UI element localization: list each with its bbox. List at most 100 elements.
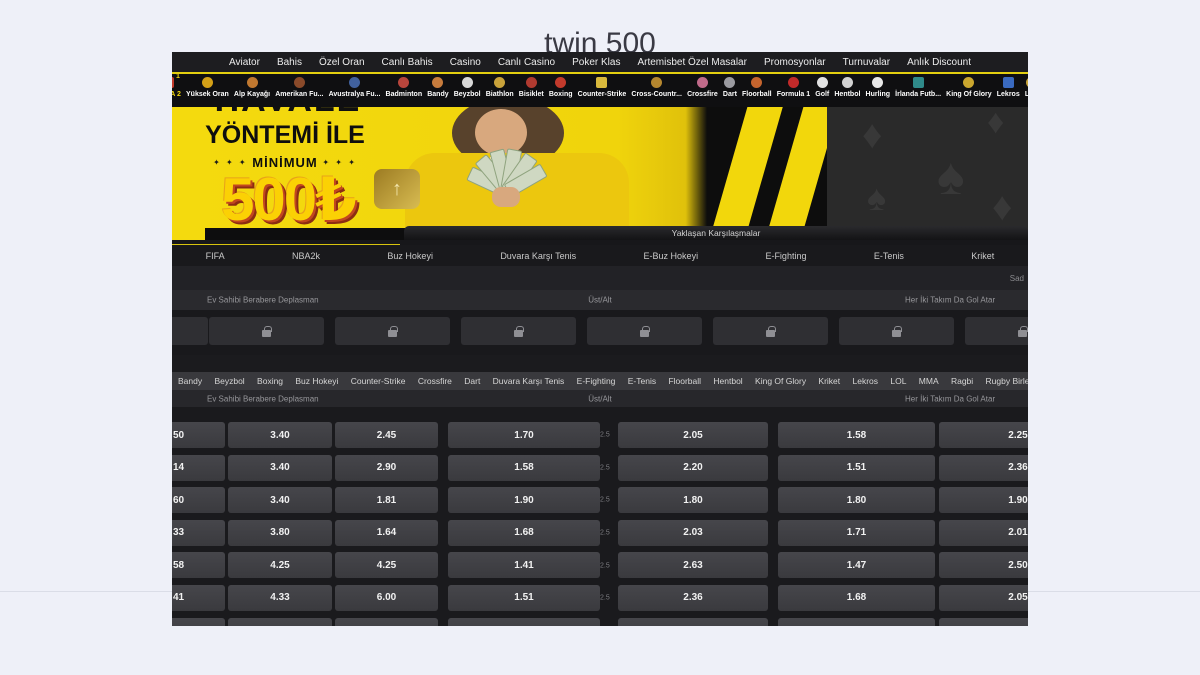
odd-home[interactable]: 60 xyxy=(172,487,225,514)
odd-draw[interactable]: 3.80 xyxy=(228,519,332,546)
odd-under[interactable]: 2.63 xyxy=(618,552,768,579)
topnav-item[interactable]: Promosyonlar xyxy=(764,57,826,68)
sport-item[interactable]: Hentbol xyxy=(834,77,860,98)
odd-under[interactable]: 2.20 xyxy=(618,454,768,481)
category-tab[interactable]: FIFA xyxy=(206,251,225,261)
category-tab[interactable]: NBA2k xyxy=(292,251,320,261)
sport-item[interactable]: Alp Kayağı xyxy=(234,77,270,98)
locked-odd-cell[interactable] xyxy=(839,317,954,345)
locked-odd-cell[interactable] xyxy=(713,317,828,345)
odd-over[interactable]: 1.68 xyxy=(448,519,600,546)
odd-away[interactable]: 1.81 xyxy=(335,487,438,514)
sport-item[interactable]: Formula 1 xyxy=(777,77,810,98)
sport-tab[interactable]: Ragbi xyxy=(951,376,973,386)
sport-item[interactable]: Boxing xyxy=(549,77,573,98)
odd-draw[interactable] xyxy=(228,617,332,626)
topnav-item[interactable]: Poker Klas xyxy=(572,57,620,68)
category-tab[interactable]: E-Fighting xyxy=(765,251,806,261)
odd-under[interactable]: 2.36 xyxy=(618,584,768,611)
locked-odd-cell[interactable] xyxy=(587,317,702,345)
locked-odd-cell[interactable] xyxy=(335,317,450,345)
category-tab[interactable]: E-Buz Hokeyi xyxy=(644,251,699,261)
sport-item[interactable]: İrlanda Futb... xyxy=(895,77,941,98)
odd-under[interactable]: 1.80 xyxy=(618,487,768,514)
odd-btts-yes[interactable] xyxy=(778,617,935,626)
sport-item[interactable]: Cross-Countr... xyxy=(631,77,682,98)
sport-item[interactable]: Bisiklet xyxy=(519,77,544,98)
sport-item[interactable]: Dart xyxy=(723,77,737,98)
odd-btts-no[interactable]: 2.25 xyxy=(939,422,1028,448)
odd-home[interactable]: 41 xyxy=(172,584,225,611)
sport-tab[interactable]: King Of Glory xyxy=(755,376,806,386)
upcoming-matches-bar[interactable]: Yaklaşan Karşılaşmalar xyxy=(404,226,1028,240)
sport-item[interactable]: Hurling xyxy=(866,77,890,98)
topnav-item[interactable]: Artemisbet Özel Masalar xyxy=(637,57,746,68)
sport-item[interactable]: Avustralya Fu... xyxy=(329,77,380,98)
odd-draw[interactable]: 3.40 xyxy=(228,422,332,448)
category-tab[interactable]: Duvara Karşı Tenis xyxy=(500,251,576,261)
odd-draw[interactable]: 4.33 xyxy=(228,584,332,611)
sport-tab[interactable]: Dart xyxy=(464,376,480,386)
odd-btts-no[interactable]: 2.01 xyxy=(939,519,1028,546)
topnav-item[interactable]: Canlı Casino xyxy=(498,57,555,68)
odd-btts-no[interactable]: 2.50 xyxy=(939,552,1028,579)
sport-tab[interactable]: E-Tenis xyxy=(628,376,656,386)
odd-over[interactable]: 1.58 xyxy=(448,454,600,481)
topnav-item[interactable]: Aviator xyxy=(229,57,260,68)
odd-draw[interactable]: 4.25 xyxy=(228,552,332,579)
sport-item[interactable]: Golf xyxy=(815,77,829,98)
topnav-item[interactable]: Turnuvalar xyxy=(843,57,890,68)
topnav-item[interactable]: Casino xyxy=(450,57,481,68)
locked-odd-cell[interactable] xyxy=(461,317,576,345)
odd-home[interactable] xyxy=(172,617,225,626)
sport-tab[interactable]: Boxing xyxy=(257,376,283,386)
odd-under[interactable]: 2.03 xyxy=(618,519,768,546)
sport-item[interactable]: King Of Glory xyxy=(946,77,992,98)
sport-item[interactable]: Beyzbol xyxy=(454,77,481,98)
sport-tab[interactable]: Rugby Birleşik xyxy=(986,376,1028,386)
sport-item[interactable]: Yüksek Oran xyxy=(186,77,229,98)
odd-btts-yes[interactable]: 1.51 xyxy=(778,454,935,481)
sport-tab[interactable]: Bandy xyxy=(178,376,202,386)
odd-btts-no[interactable]: 2.05 xyxy=(939,584,1028,611)
topnav-item[interactable]: Anlık Discount xyxy=(907,57,971,68)
odd-over[interactable]: 1.70 xyxy=(448,422,600,448)
sport-tab[interactable]: MMA xyxy=(919,376,939,386)
topnav-item[interactable]: Bahis xyxy=(277,57,302,68)
odd-away[interactable]: 6.00 xyxy=(335,584,438,611)
sport-tab[interactable]: E-Fighting xyxy=(577,376,616,386)
promo-banner[interactable]: ♦ ♠ ♦ ♠ ♦ HAVALE YÖNTEMİ İLE ✦ ✦ ✦ MİNİM… xyxy=(172,107,1028,240)
sport-item[interactable]: Amerikan Fu... xyxy=(275,77,323,98)
odd-over[interactable] xyxy=(448,617,600,626)
sport-item[interactable]: Counter-Strike xyxy=(578,77,626,98)
sport-item[interactable]: Lekros xyxy=(997,77,1020,98)
category-tab[interactable]: Buz Hokeyi xyxy=(387,251,433,261)
sport-item[interactable]: Bandy xyxy=(427,77,449,98)
odd-away[interactable]: 2.90 xyxy=(335,454,438,481)
sport-tab[interactable]: Kriket xyxy=(818,376,840,386)
odd-over[interactable]: 1.51 xyxy=(448,584,600,611)
sport-item[interactable]: LOL xyxy=(1025,77,1028,98)
sport-tab[interactable]: Duvara Karşı Tenis xyxy=(493,376,565,386)
locked-odd-cell[interactable] xyxy=(209,317,324,345)
odd-draw[interactable]: 3.40 xyxy=(228,454,332,481)
odd-btts-yes[interactable]: 1.47 xyxy=(778,552,935,579)
sport-tab[interactable]: Lekros xyxy=(853,376,879,386)
sport-item[interactable]: Floorball xyxy=(742,77,772,98)
odd-draw[interactable]: 3.40 xyxy=(228,487,332,514)
category-tab[interactable]: Kriket xyxy=(971,251,994,261)
odd-over[interactable]: 1.90 xyxy=(448,487,600,514)
odd-home[interactable]: 33 xyxy=(172,519,225,546)
odd-away[interactable] xyxy=(335,617,438,626)
odd-under[interactable]: 2.05 xyxy=(618,422,768,448)
odd-under[interactable] xyxy=(618,617,768,626)
odd-away[interactable]: 4.25 xyxy=(335,552,438,579)
category-tab[interactable]: E-Tenis xyxy=(874,251,904,261)
odd-btts-no[interactable]: 2.36 xyxy=(939,454,1028,481)
sport-tab[interactable]: Floorball xyxy=(668,376,701,386)
odd-btts-yes[interactable]: 1.71 xyxy=(778,519,935,546)
sport-tab[interactable]: Beyzbol xyxy=(214,376,244,386)
topnav-item[interactable]: Özel Oran xyxy=(319,57,365,68)
locked-odd-cell[interactable] xyxy=(172,317,208,345)
sport-item[interactable]: Biathlon xyxy=(486,77,514,98)
